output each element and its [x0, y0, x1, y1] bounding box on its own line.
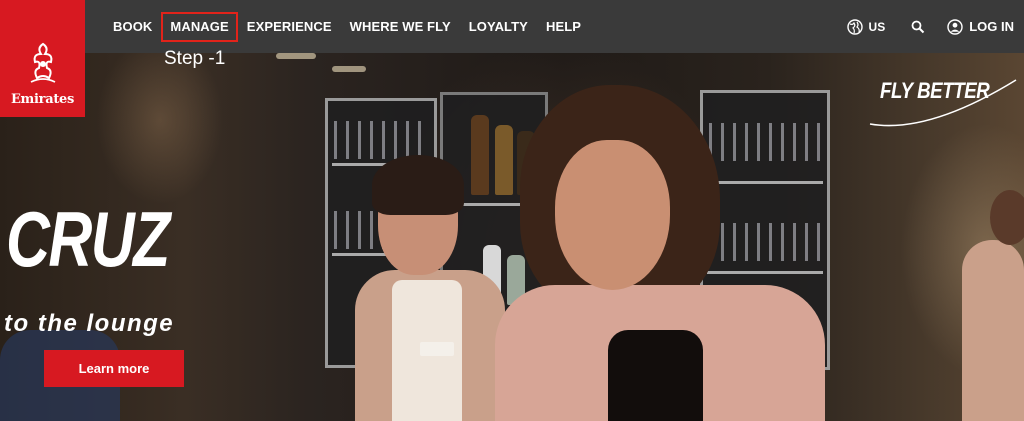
nav-item-loyalty[interactable]: LOYALTY: [460, 12, 537, 42]
attendant-right-body: [962, 240, 1024, 421]
nav-item-manage[interactable]: MANAGE: [161, 11, 238, 42]
fly-better-tagline: FLY BETTER: [880, 78, 990, 103]
hero-title: CRUZ: [6, 195, 170, 283]
nav-item-help[interactable]: HELP: [537, 12, 590, 42]
search-button[interactable]: [911, 20, 925, 34]
emirates-logo[interactable]: Emirates: [0, 0, 85, 117]
main-nav: BOOK MANAGE EXPERIENCE WHERE WE FLY LOYA…: [104, 0, 590, 53]
nav-item-experience[interactable]: EXPERIENCE: [238, 12, 341, 42]
step-annotation: Step -1: [164, 48, 226, 69]
nav-item-book[interactable]: BOOK: [104, 12, 161, 42]
hero-subtitle: to the lounge: [4, 310, 175, 337]
login-label: LOG IN: [969, 19, 1014, 34]
main-woman-face: [555, 140, 670, 290]
ceiling-light: [332, 66, 366, 72]
region-label: US: [868, 19, 886, 34]
search-icon: [911, 20, 925, 33]
main-woman-top: [608, 330, 703, 421]
region-selector[interactable]: US: [846, 18, 886, 35]
emirates-wordmark: Emirates: [10, 92, 75, 107]
ceiling-light: [276, 53, 316, 59]
attendant-right-head: [990, 190, 1024, 245]
top-navigation-bar: BOOK MANAGE EXPERIENCE WHERE WE FLY LOYA…: [0, 0, 1024, 53]
attendant-left-hair: [372, 155, 464, 215]
learn-more-button[interactable]: Learn more: [44, 350, 184, 387]
nav-item-where-we-fly[interactable]: WHERE WE FLY: [341, 12, 460, 42]
globe-icon: [846, 18, 863, 35]
user-icon: [947, 18, 963, 35]
emirates-calligraphy-logo: [30, 42, 55, 83]
utility-nav: US LOG IN: [846, 0, 1024, 53]
login-button[interactable]: LOG IN: [947, 18, 1014, 35]
name-tag: [420, 342, 454, 356]
